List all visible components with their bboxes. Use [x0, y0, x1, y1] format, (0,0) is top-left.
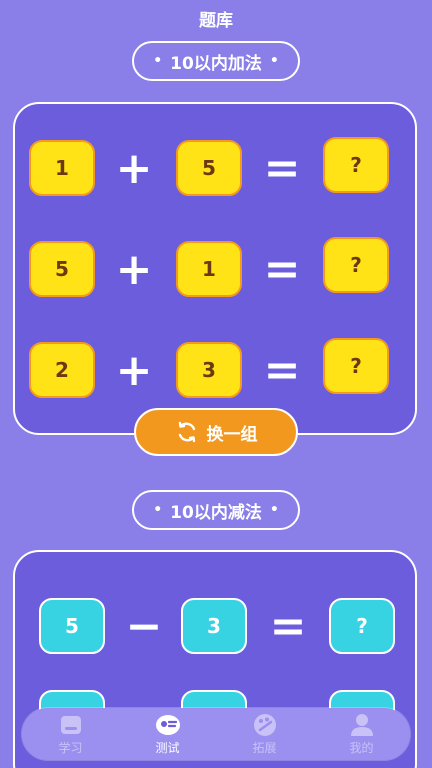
pill-dot-left: • [153, 53, 163, 69]
addition-row1-operand-a: 1 [29, 140, 95, 196]
addition-row2-answer[interactable]: ? [323, 237, 389, 293]
home-icon [59, 713, 83, 737]
tab-profile-label: 我的 [349, 740, 374, 755]
bottom-tab-bar: 学习 测试 拓展 我的 [22, 708, 410, 760]
addition-section-title: 10以内加法 [170, 53, 262, 74]
tab-explore-label: 拓展 [252, 740, 277, 755]
pill-dot-left: • [153, 502, 163, 518]
subtraction-row1-answer[interactable]: ? [329, 598, 395, 654]
subtraction-section-header: • 10以内减法 • [132, 490, 300, 530]
user-icon [350, 713, 374, 737]
addition-row3-operand-a: 2 [29, 342, 95, 398]
plus-sign: + [115, 344, 153, 396]
palette-icon [253, 713, 277, 737]
tab-learn[interactable]: 学习 [31, 713, 111, 756]
addition-row2-operand-b: 1 [176, 241, 242, 297]
page-title: 题库 [199, 11, 233, 31]
quiz-icon [155, 713, 181, 737]
equals-sign: = [263, 243, 301, 295]
subtraction-row1-operand-a: 5 [39, 598, 105, 654]
pill-dot-right: • [269, 502, 279, 518]
minus-sign: − [125, 600, 163, 652]
equals-sign: = [263, 344, 301, 396]
plus-sign: + [115, 243, 153, 295]
tab-quiz[interactable]: 测试 [128, 713, 208, 756]
addition-section-header: • 10以内加法 • [132, 41, 300, 81]
tab-learn-label: 学习 [58, 740, 83, 755]
addition-row1-operand-b: 5 [176, 140, 242, 196]
tab-quiz-label: 测试 [155, 740, 180, 755]
addition-row2-operand-a: 5 [29, 241, 95, 297]
equals-sign: = [263, 142, 301, 194]
subtraction-row1-operand-b: 3 [181, 598, 247, 654]
addition-row3-answer[interactable]: ? [323, 338, 389, 394]
addition-row3-operand-b: 3 [176, 342, 242, 398]
pill-dot-right: • [269, 53, 279, 69]
addition-panel: 1 + 5 = ? 5 + 1 = ? 2 + 3 = ? [13, 102, 417, 435]
plus-sign: + [115, 142, 153, 194]
tab-profile[interactable]: 我的 [322, 713, 402, 756]
swap-set-button[interactable]: 换一组 [134, 408, 298, 456]
equals-sign: = [269, 600, 307, 652]
refresh-icon [175, 420, 199, 444]
addition-row1-answer[interactable]: ? [323, 137, 389, 193]
swap-set-label: 换一组 [206, 424, 258, 445]
subtraction-section-title: 10以内减法 [170, 502, 262, 523]
tab-explore[interactable]: 拓展 [225, 713, 305, 756]
